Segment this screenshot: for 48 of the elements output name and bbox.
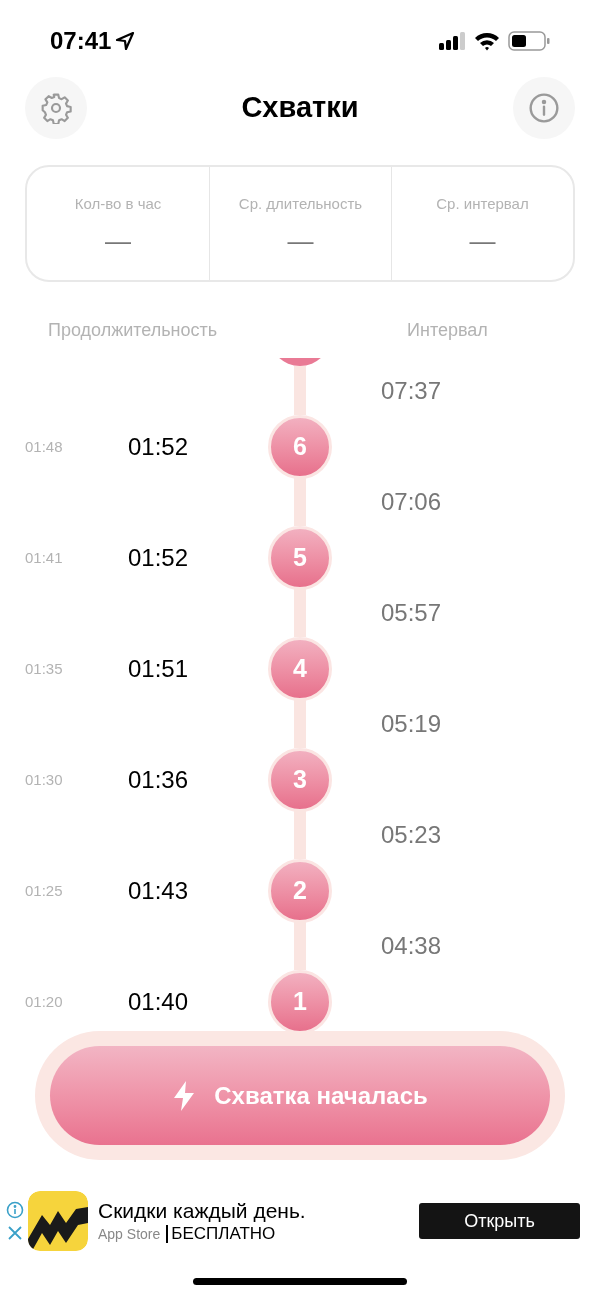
- ad-store: App Store: [98, 1224, 161, 1244]
- wifi-icon: [474, 31, 500, 51]
- screen-title: Схватки: [241, 89, 359, 125]
- interval-time: 07:37: [381, 375, 442, 406]
- info-icon[interactable]: [6, 1201, 24, 1219]
- interval-time: 05:57: [381, 597, 442, 628]
- interval-time: 07:06: [381, 486, 442, 517]
- stat-value: —: [287, 227, 314, 254]
- contraction-number: 3: [268, 748, 332, 812]
- duration-time: 01:43: [128, 876, 189, 906]
- duration-time: 01:52: [128, 432, 189, 462]
- interval-time: 04:38: [381, 930, 442, 961]
- duration-time: 01:36: [128, 765, 189, 795]
- stat-value: —: [469, 227, 496, 254]
- interval-time: 05:19: [381, 708, 442, 739]
- contraction-number: 1: [268, 970, 332, 1034]
- start-time: 01:30: [24, 769, 64, 790]
- interval-time: 05:23: [381, 819, 442, 850]
- ad-price: БЕСПЛАТНО: [166, 1225, 276, 1243]
- start-time: 01:20: [24, 991, 64, 1012]
- duration-time: 01:52: [128, 543, 189, 573]
- contraction-number: 4: [268, 637, 332, 701]
- contraction-number: 2: [268, 859, 332, 923]
- battery-icon: [508, 31, 550, 51]
- open-button[interactable]: Открыть: [419, 1203, 580, 1239]
- close-icon[interactable]: [7, 1225, 23, 1241]
- start-time: 01:35: [24, 658, 64, 679]
- stat-label: Ср. длительность: [237, 193, 364, 214]
- duration-time: 01:40: [128, 987, 189, 1017]
- location-arrow-icon: [115, 31, 136, 51]
- contraction-number: 5: [268, 526, 332, 590]
- start-time: 01:48: [24, 436, 64, 457]
- duration-time: 01:51: [128, 654, 189, 684]
- start-time: 01:41: [24, 547, 64, 568]
- start-time: 01:25: [24, 880, 64, 901]
- stat-label: Ср. интервал: [435, 193, 530, 214]
- app-logo-icon: [28, 1191, 88, 1251]
- info-icon: [528, 91, 560, 124]
- settings-icon: [40, 91, 72, 124]
- signal-icon: [439, 32, 466, 50]
- column-header: Продолжительность: [47, 318, 219, 342]
- lightning-icon: [172, 1080, 197, 1111]
- stat-value: —: [105, 227, 131, 254]
- contraction-number: 6: [268, 415, 332, 479]
- stat-label: Кол-во в час: [73, 193, 163, 214]
- ad-title: Скидки каждый день.: [98, 1197, 307, 1224]
- status-time: 07:41: [50, 26, 112, 56]
- column-header: Интервал: [406, 318, 488, 342]
